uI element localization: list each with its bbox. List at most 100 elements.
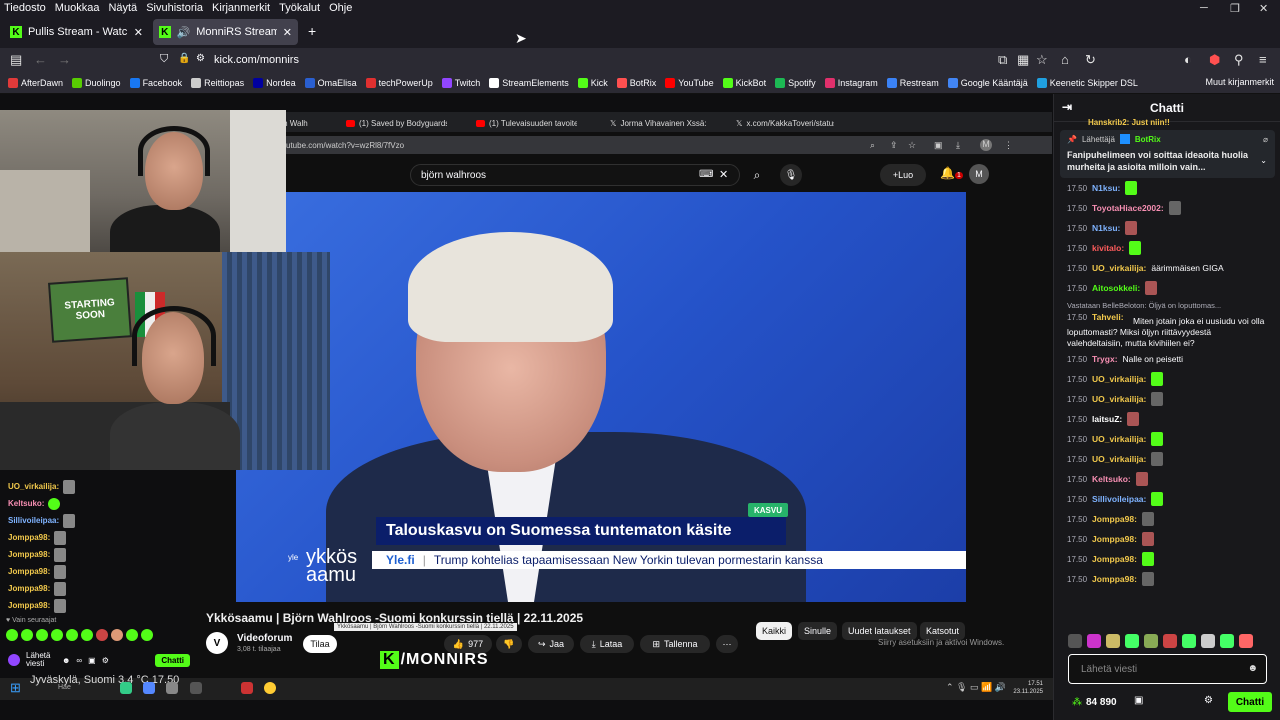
chat-username[interactable]: Trygx: <box>1092 354 1118 365</box>
bookmark-item[interactable]: Duolingo <box>72 77 121 88</box>
restore-icon[interactable]: ❐ <box>1230 2 1240 15</box>
chat-username[interactable]: Aitosokkeli: <box>1092 283 1140 294</box>
bookmark-item[interactable]: techPowerUp <box>365 77 433 88</box>
menu-item[interactable]: Työkalut <box>279 2 320 14</box>
emote[interactable] <box>1125 634 1139 648</box>
chat-username[interactable]: ToyotaHiace2002: <box>1092 203 1164 214</box>
chat-username[interactable]: Jomppa98: <box>1092 534 1137 545</box>
hamburger-menu-icon[interactable]: ≡ <box>1259 52 1267 67</box>
emote[interactable] <box>1182 634 1196 648</box>
bookmark-item[interactable]: Reittiopas <box>191 77 244 88</box>
collapse-chat-icon[interactable]: ⇥ <box>1062 100 1072 114</box>
emoji-picker-icon[interactable]: ☻ <box>1247 663 1258 674</box>
screenshot-icon[interactable]: ⧉ <box>998 52 1007 68</box>
forward-icon[interactable]: → <box>58 52 71 67</box>
emote[interactable] <box>1068 634 1082 648</box>
reader-icon[interactable]: ▦ <box>1017 52 1029 68</box>
chat-timestamp: 17.50 <box>1067 263 1088 273</box>
pinned-user[interactable]: BotRix <box>1135 135 1161 144</box>
url-text[interactable]: kick.com/monnirs <box>214 54 299 66</box>
speaker-icon[interactable]: 🔊 <box>177 26 191 39</box>
bookmark-item[interactable]: Keenetic Skipper DSL <box>1036 77 1138 88</box>
back-icon[interactable]: ← <box>34 52 47 67</box>
close-tab-icon[interactable]: ✕ <box>134 26 143 39</box>
menu-item[interactable]: Tiedosto <box>4 2 46 14</box>
chat-input[interactable]: Lähetä viesti ☻ <box>1068 654 1267 684</box>
emote[interactable] <box>1144 634 1158 648</box>
bookmark-item[interactable]: OmaElisa <box>304 77 357 88</box>
chat-username[interactable]: kivitalo: <box>1092 243 1124 254</box>
channel-avatar: V <box>206 632 228 654</box>
chat-username[interactable]: UO_virkailija: <box>1092 263 1146 274</box>
chat-username[interactable]: N1ksu: <box>1092 183 1120 194</box>
menu-item[interactable]: Näytä <box>108 2 137 14</box>
chat-username[interactable]: UO_virkailija: <box>1092 394 1146 405</box>
chat-username[interactable]: UO_virkailija: <box>1092 434 1146 445</box>
adblock-icon[interactable]: ⬢ <box>1209 52 1220 68</box>
chat-username[interactable]: Sillivoileipaa: <box>1092 494 1146 505</box>
extensions-icon[interactable]: ⚲ <box>1234 52 1244 68</box>
reply-reference[interactable]: Vastataan BelleBeloton: Öljyä on loputto… <box>1067 298 1267 312</box>
chat-username[interactable]: Jomppa98: <box>1092 554 1137 565</box>
bookmark-item[interactable]: BotRix <box>616 77 656 88</box>
lock-icon[interactable]: 🔒 <box>178 53 190 64</box>
url-bar[interactable]: ⛉ 🔒 ⚙ kick.com/monnirs <box>150 50 1060 70</box>
extension-icon[interactable]: ◐ <box>1184 52 1192 67</box>
chat-username[interactable]: laitsuZ: <box>1092 414 1122 425</box>
create-button: + Luo <box>880 164 926 186</box>
emote[interactable] <box>1087 634 1101 648</box>
bookmark-item[interactable]: Nordea <box>253 77 296 88</box>
bookmark-item[interactable]: Twitch <box>441 77 480 88</box>
other-bookmarks[interactable]: Muut kirjanmerkit <box>1205 77 1274 87</box>
poster-text: STARTING SOON <box>64 297 116 323</box>
overlay-chat-line: Jomppa98: <box>8 529 188 546</box>
sidebar-icon[interactable]: ▤ <box>10 52 22 68</box>
emote[interactable] <box>1106 634 1120 648</box>
tab-monnirs[interactable]: K 🔊 MonniRS Stream - Watch Li ✕ <box>153 19 298 45</box>
menu-item[interactable]: Kirjanmerkit <box>212 2 270 14</box>
chat-username[interactable]: Jomppa98: <box>1092 574 1137 585</box>
menu-item[interactable]: Muokkaa <box>55 2 100 14</box>
home-icon[interactable]: ⌂ <box>1061 52 1069 67</box>
emote[interactable] <box>1220 634 1234 648</box>
tab-pullis[interactable]: K Pullis Stream - Watch Live o ✕ <box>4 19 149 45</box>
expand-pinned-icon[interactable]: ⌄ <box>1260 156 1267 165</box>
chat-input-placeholder[interactable]: Lähetä viesti <box>1081 664 1137 675</box>
chat-username[interactable]: N1ksu: <box>1092 223 1120 234</box>
emote <box>126 629 138 641</box>
bookmark-item[interactable]: Facebook <box>129 77 182 88</box>
menu-item[interactable]: Sivuhistoria <box>146 2 203 14</box>
chat-username[interactable]: UO_virkailija: <box>1092 454 1146 465</box>
reload-icon[interactable]: ↻ <box>1085 52 1096 68</box>
bookmark-item[interactable]: YouTube <box>665 77 714 88</box>
chat-username[interactable]: Keltsuko: <box>1092 474 1131 485</box>
close-tab-icon[interactable]: ✕ <box>283 26 292 39</box>
bookmark-item[interactable]: Spotify <box>775 77 816 88</box>
emote[interactable] <box>1239 634 1253 648</box>
kick-icon: K <box>159 26 171 38</box>
bookmarks-toolbar: AfterDawn Duolingo Facebook Reittiopas Norde… <box>0 72 1280 94</box>
bookmark-star-icon[interactable]: ☆ <box>1036 52 1048 68</box>
menu-item[interactable]: Ohje <box>329 2 352 14</box>
unpin-icon[interactable]: ⌀ <box>1263 135 1268 144</box>
chat-settings-icon[interactable]: ⚙ <box>1204 695 1213 706</box>
bookmark-item[interactable]: Instagram <box>824 77 878 88</box>
bookmark-item[interactable]: StreamElements <box>489 77 569 88</box>
close-window-icon[interactable]: ✕ <box>1259 2 1268 15</box>
bookmark-item[interactable]: Kick <box>577 77 608 88</box>
bookmark-item[interactable]: Google Kääntäjä <box>947 77 1028 88</box>
bookmark-item[interactable]: Restream <box>886 77 939 88</box>
chat-username[interactable]: Jomppa98: <box>1092 514 1137 525</box>
emote[interactable] <box>1201 634 1215 648</box>
emote[interactable] <box>1163 634 1177 648</box>
permissions-icon[interactable]: ⚙ <box>196 53 205 64</box>
bookmark-item[interactable]: AfterDawn <box>8 77 63 88</box>
bookmark-item[interactable]: KickBot <box>722 77 766 88</box>
headset <box>132 306 216 366</box>
gift-icon[interactable]: ▣ <box>1134 695 1143 706</box>
chat-send-button[interactable]: Chatti <box>1228 692 1272 712</box>
chat-username[interactable]: UO_virkailija: <box>1092 374 1146 385</box>
new-tab-icon[interactable]: + <box>308 23 316 39</box>
minimize-icon[interactable]: ─ <box>1200 2 1208 14</box>
shield-icon[interactable]: ⛉ <box>160 53 168 66</box>
